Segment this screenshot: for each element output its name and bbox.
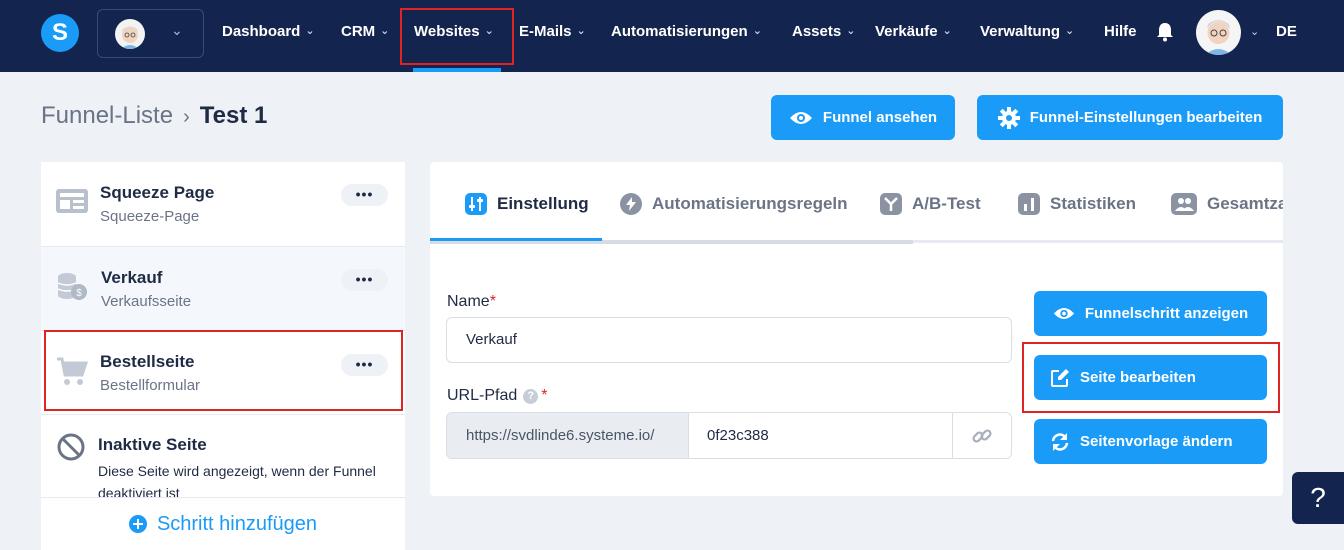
view-funnel-label: Funnel ansehen — [822, 109, 938, 126]
disabled-icon — [57, 433, 85, 461]
step-verkauf[interactable]: $ Verkauf Verkaufsseite ••• — [41, 247, 405, 331]
nav-label: Assets — [792, 23, 842, 40]
breadcrumb-funnel-list[interactable]: Funnel-Liste — [41, 102, 173, 129]
help-icon[interactable]: ? — [523, 389, 539, 404]
step-subtitle: Verkaufsseite — [101, 293, 192, 310]
tab-label: Einstellung — [497, 194, 589, 213]
add-step-label: Schritt hinzufügen — [156, 512, 318, 535]
chevron-down-icon: ⌄ — [576, 25, 586, 37]
tab-label: Gesamtza — [1207, 194, 1283, 213]
nav-crm[interactable]: CRM ⌄ — [341, 23, 389, 45]
tab-ab-test[interactable]: A/B-Test — [880, 192, 981, 216]
link-icon — [972, 428, 992, 443]
required-mark: * — [541, 387, 548, 404]
systeme-logo[interactable]: S — [41, 14, 79, 52]
chevron-down-icon: ⌄ — [752, 25, 762, 37]
url-slug-input[interactable]: 0f23c388 — [688, 412, 953, 459]
gear-icon — [997, 106, 1020, 129]
split-icon — [880, 193, 902, 215]
tab-statistics[interactable]: Statistiken — [1018, 192, 1136, 216]
chevron-down-icon: ⌄ — [1065, 25, 1075, 37]
nav-label: Verwaltung — [980, 23, 1061, 40]
view-funnel-button[interactable]: Funnel ansehen — [771, 95, 955, 140]
step-menu-button[interactable]: ••• — [341, 269, 388, 291]
highlight-websites — [400, 8, 514, 65]
svg-text:$: $ — [76, 288, 82, 299]
top-navbar: S ⌄ Dashboard ⌄ CRM ⌄ Websites ⌄ E-Mails ⌄ A… — [0, 0, 1344, 72]
nav-label: E-Mails — [519, 23, 572, 40]
step-subtitle: Diese Seite wird angezeigt, wenn der Fun… — [98, 463, 376, 497]
nav-label: Automatisierungen — [611, 23, 748, 40]
coins-icon: $ — [57, 273, 87, 300]
tab-label: A/B-Test — [912, 194, 981, 213]
nav-automations[interactable]: Automatisierungen ⌄ — [611, 23, 762, 45]
required-mark: * — [489, 293, 496, 310]
show-step-label: Funnelschritt anzeigen — [1084, 305, 1249, 322]
step-title: Squeeze Page — [100, 183, 215, 202]
sliders-icon — [465, 193, 487, 215]
url-prefix: https://svdlinde6.systeme.io/ — [446, 412, 689, 459]
nav-emails[interactable]: E-Mails ⌄ — [519, 23, 586, 45]
workspace-avatar — [115, 19, 145, 49]
tab-overview[interactable]: Gesamtza — [1171, 192, 1283, 216]
page-title: Test 1 — [199, 102, 268, 129]
step-menu-button[interactable]: ••• — [341, 184, 388, 206]
step-title: Inaktive Seite — [98, 435, 207, 454]
workspace-selector[interactable]: ⌄ — [97, 9, 204, 58]
change-template-label: Seitenvorlage ändern — [1080, 433, 1233, 450]
nav-label: CRM — [341, 23, 376, 40]
active-tab-indicator — [430, 238, 602, 241]
bar-chart-icon — [1018, 193, 1040, 215]
nav-administration[interactable]: Verwaltung ⌄ — [980, 23, 1074, 45]
change-template-button[interactable]: Seitenvorlage ändern — [1034, 419, 1267, 464]
add-step-button[interactable]: Schritt hinzufügen — [41, 497, 405, 550]
tab-label: Automatisierungsregeln — [652, 194, 848, 213]
refresh-icon — [1051, 432, 1069, 451]
nav-label: Verkäufe — [875, 23, 938, 40]
tab-automation-rules[interactable]: Automatisierungsregeln — [620, 192, 848, 216]
chevron-down-icon: ⌄ — [846, 25, 856, 37]
tab-label: Statistiken — [1050, 194, 1136, 213]
chevron-right-icon: › — [183, 106, 190, 128]
user-avatar[interactable] — [1196, 10, 1241, 55]
funnel-settings-button[interactable]: Funnel-Einstellungen bearbeiten — [977, 95, 1283, 140]
tab-einstellung[interactable]: Einstellung — [465, 192, 589, 216]
chevron-down-icon: ⌄ — [171, 22, 183, 38]
step-squeeze-page[interactable]: Squeeze Page Squeeze-Page ••• — [41, 162, 405, 247]
eye-icon — [789, 111, 812, 124]
copy-link-button[interactable] — [952, 412, 1012, 459]
highlight-edit-page — [1022, 342, 1280, 413]
users-icon — [1171, 193, 1197, 215]
nav-label: Dashboard — [222, 23, 301, 40]
chevron-down-icon: ⌄ — [380, 25, 390, 37]
bell-icon[interactable] — [1156, 22, 1174, 42]
help-chat-button[interactable]: ? — [1292, 472, 1344, 524]
url-label-text: URL-Pfad — [447, 387, 518, 404]
lightning-icon — [620, 193, 642, 215]
breadcrumb: Funnel-Liste › Test 1 — [41, 102, 267, 130]
eye-icon — [1053, 308, 1074, 319]
step-subtitle: Squeeze-Page — [100, 208, 200, 225]
nav-assets[interactable]: Assets ⌄ — [792, 23, 855, 45]
plus-circle-icon — [128, 515, 147, 533]
funnel-settings-label: Funnel-Einstellungen bearbeiten — [1029, 109, 1263, 126]
page-layout-icon — [56, 189, 88, 213]
nav-help[interactable]: Hilfe — [1104, 23, 1137, 45]
show-funnel-step-button[interactable]: Funnelschritt anzeigen — [1034, 291, 1267, 336]
nav-sales[interactable]: Verkäufe ⌄ — [875, 23, 952, 45]
chevron-down-icon[interactable]: ⌄ — [1250, 25, 1259, 38]
name-label-text: Name — [447, 293, 490, 310]
step-inaktive-seite[interactable]: Inaktive Seite Diese Seite wird angezeig… — [41, 415, 405, 497]
language-selector[interactable]: DE — [1276, 23, 1297, 45]
nav-dashboard[interactable]: Dashboard ⌄ — [222, 23, 315, 45]
active-nav-indicator — [413, 68, 501, 72]
highlight-bestellseite — [44, 330, 403, 411]
step-title: Verkauf — [101, 268, 163, 287]
url-path-label: URL-Pfad? * — [447, 387, 547, 405]
name-input[interactable]: Verkauf — [446, 317, 1012, 363]
name-label: Name* — [447, 293, 496, 311]
chevron-down-icon: ⌄ — [305, 25, 315, 37]
chevron-down-icon: ⌄ — [942, 25, 952, 37]
